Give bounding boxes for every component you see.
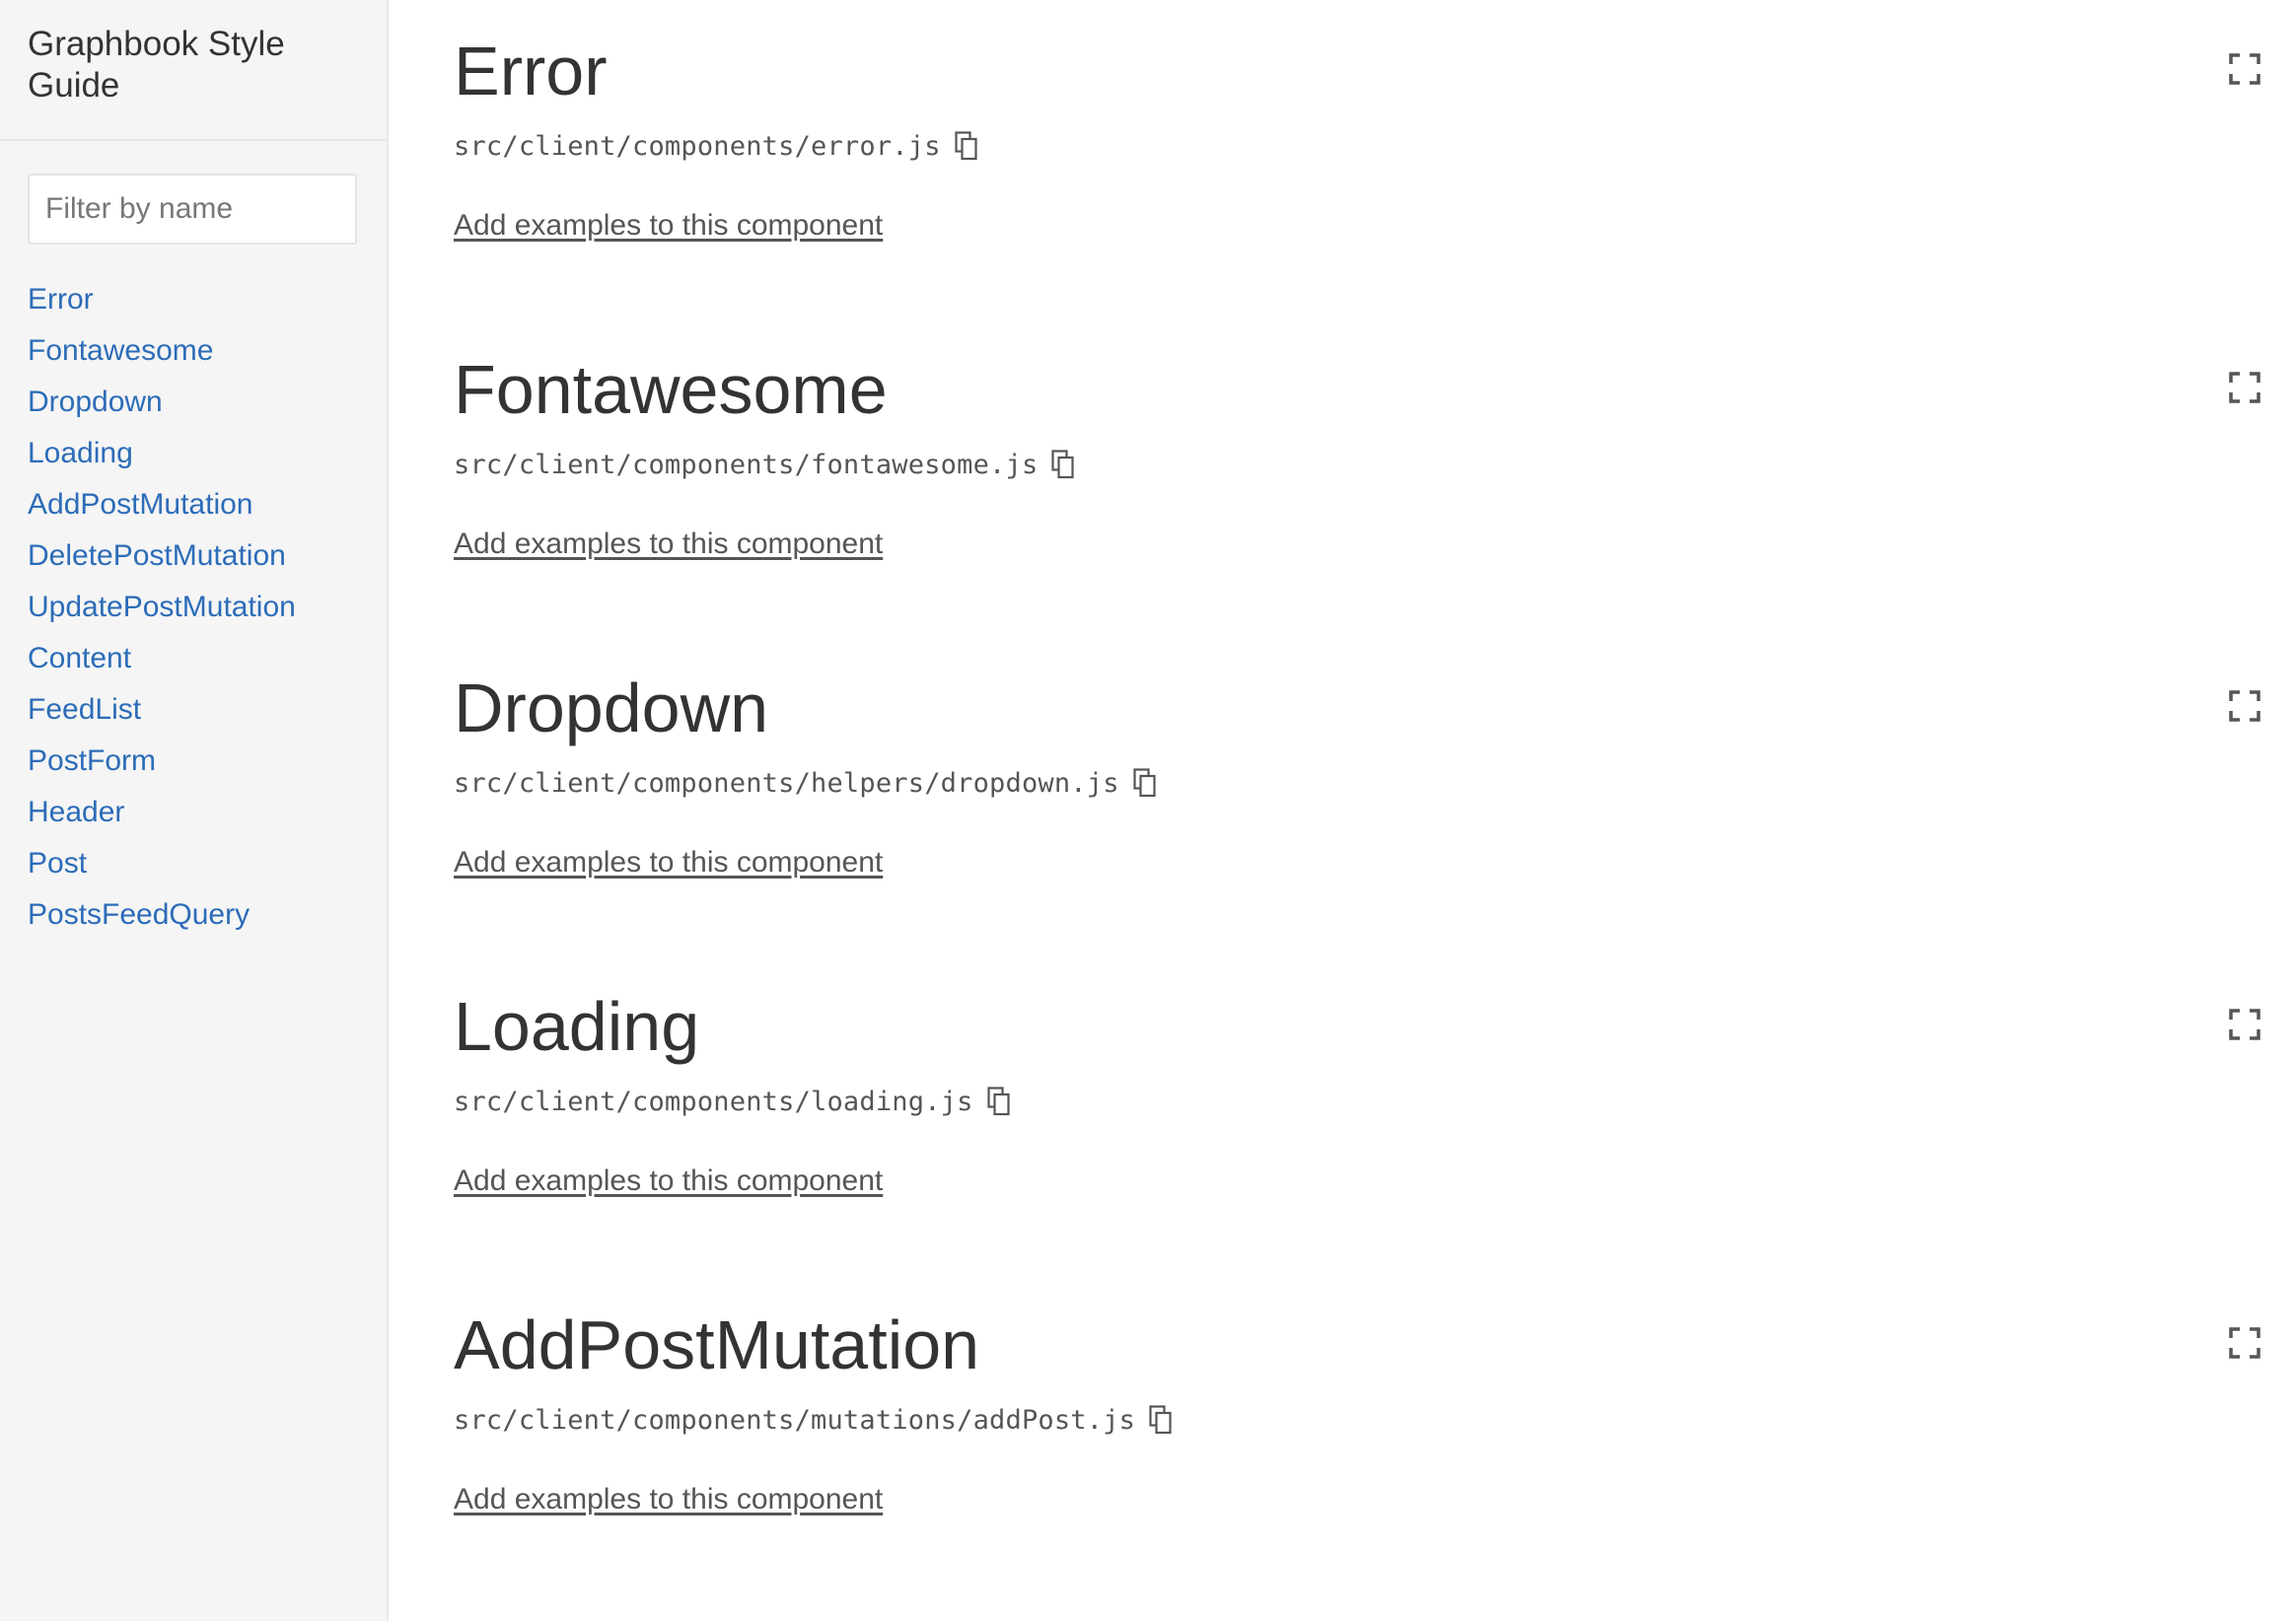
add-examples-link[interactable]: Add examples to this component [454,1164,883,1198]
fullscreen-icon[interactable] [2229,372,2260,403]
fullscreen-icon[interactable] [2229,1009,2260,1040]
component-title: Dropdown [454,670,769,746]
component-path-row: src/client/components/helpers/dropdown.j… [454,763,1157,803]
nav-link-addpostmutation[interactable]: AddPostMutation [28,488,252,521]
component-section: AddPostMutation src/client/components/mu… [391,1274,2296,1592]
sidebar: Graphbook Style Guide Error Fontawesome … [0,0,389,1621]
component-path-row: src/client/components/mutations/addPost.… [454,1400,1173,1440]
nav-item: UpdatePostMutation [28,582,387,633]
nav-item: Fontawesome [28,325,387,377]
copy-icon[interactable] [1051,450,1075,479]
nav-link-dropdown[interactable]: Dropdown [28,386,163,418]
component-path: src/client/components/loading.js [454,1086,973,1117]
main-content: Error src/client/components/error.js Add… [391,0,2296,1621]
nav-link-postsfeedquery[interactable]: PostsFeedQuery [28,898,250,931]
copy-icon[interactable] [986,1087,1011,1116]
nav-item: PostsFeedQuery [28,889,387,941]
component-path: src/client/components/helpers/dropdown.j… [454,767,1119,799]
nav-link-post[interactable]: Post [28,847,87,880]
component-title: Loading [454,988,700,1065]
component-path: src/client/components/fontawesome.js [454,449,1039,480]
component-path: src/client/components/error.js [454,130,941,162]
nav-item: AddPostMutation [28,479,387,530]
add-examples-link[interactable]: Add examples to this component [454,528,883,561]
nav-item: Content [28,633,387,684]
nav-item: Header [28,787,387,838]
nav-item: FeedList [28,684,387,736]
nav-link-updatepostmutation[interactable]: UpdatePostMutation [28,591,296,623]
component-section: Dropdown src/client/components/helpers/d… [391,637,2296,955]
nav-item: Dropdown [28,377,387,428]
sidebar-header: Graphbook Style Guide [0,0,387,141]
component-section: Loading src/client/components/loading.js… [391,955,2296,1274]
style-guide-app: Graphbook Style Guide Error Fontawesome … [0,0,2296,1621]
component-section: Fontawesome src/client/components/fontaw… [391,318,2296,637]
component-path: src/client/components/mutations/addPost.… [454,1404,1136,1436]
nav-item: Loading [28,428,387,479]
nav-link-deletepostmutation[interactable]: DeletePostMutation [28,539,286,572]
nav-link-fontawesome[interactable]: Fontawesome [28,334,213,367]
component-path-row: src/client/components/loading.js [454,1082,1011,1121]
fullscreen-icon[interactable] [2229,53,2260,85]
app-title: Graphbook Style Guide [28,25,285,105]
nav-link-error[interactable]: Error [28,283,94,316]
copy-icon[interactable] [955,131,978,161]
filter-input[interactable] [28,174,357,245]
nav-item: DeletePostMutation [28,530,387,582]
copy-icon[interactable] [1149,1405,1173,1435]
component-path-row: src/client/components/fontawesome.js [454,445,1075,484]
nav-item: Post [28,838,387,889]
add-examples-link[interactable]: Add examples to this component [454,209,883,243]
nav-item: PostForm [28,736,387,787]
fullscreen-icon[interactable] [2229,690,2260,722]
component-section: Error src/client/components/error.js Add… [391,0,2296,318]
add-examples-link[interactable]: Add examples to this component [454,1483,883,1516]
component-nav-list: Error Fontawesome Dropdown Loading AddPo… [0,245,387,941]
component-path-row: src/client/components/error.js [454,126,978,166]
copy-icon[interactable] [1133,768,1157,798]
component-title: AddPostMutation [454,1306,980,1383]
nav-link-header[interactable]: Header [28,796,124,828]
component-title: Error [454,33,608,109]
nav-link-content[interactable]: Content [28,642,131,674]
nav-link-feedlist[interactable]: FeedList [28,693,141,726]
nav-item: Error [28,274,387,325]
component-title: Fontawesome [454,351,888,428]
nav-link-loading[interactable]: Loading [28,437,133,469]
fullscreen-icon[interactable] [2229,1327,2260,1359]
add-examples-link[interactable]: Add examples to this component [454,846,883,880]
filter-container [0,141,387,245]
nav-link-postform[interactable]: PostForm [28,744,156,777]
